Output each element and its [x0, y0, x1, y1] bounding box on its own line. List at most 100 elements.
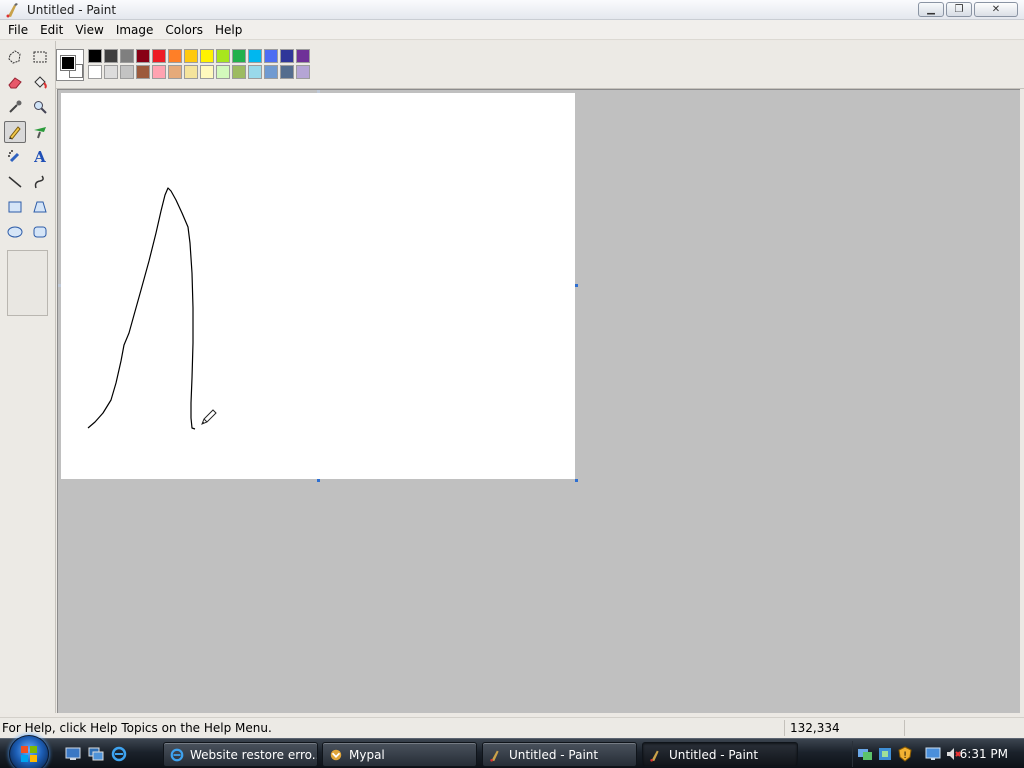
canvas-resize-handle-right[interactable] — [575, 284, 578, 287]
palette-swatch[interactable] — [280, 49, 294, 63]
menu-help[interactable]: Help — [209, 20, 248, 40]
palette-swatch[interactable] — [120, 65, 134, 79]
start-button[interactable] — [9, 735, 49, 768]
taskbar-button-paint-2[interactable]: Untitled - Paint — [642, 742, 798, 767]
palette-swatch[interactable] — [280, 65, 294, 79]
title-bar: Untitled - Paint ▁ ❐ ✕ — [0, 0, 1024, 20]
palette-swatch[interactable] — [168, 49, 182, 63]
palette-swatch[interactable] — [248, 65, 262, 79]
magnifier-icon — [34, 101, 47, 114]
menu-colors[interactable]: Colors — [159, 20, 209, 40]
tool-options-box[interactable] — [7, 250, 48, 316]
rounded-rect-tool-button[interactable] — [29, 221, 51, 243]
palette-swatch[interactable] — [232, 65, 246, 79]
palette-swatch[interactable] — [232, 49, 246, 63]
palette-swatch[interactable] — [216, 49, 230, 63]
airbrush-icon — [8, 150, 20, 163]
brush-tool-button[interactable] — [29, 121, 51, 143]
airbrush-tool-button[interactable] — [4, 146, 26, 168]
mypal-icon — [329, 748, 343, 762]
taskbar-button-mypal[interactable]: Mypal — [322, 742, 477, 767]
current-colors[interactable] — [56, 49, 84, 81]
security-warning-icon[interactable]: ! — [897, 746, 913, 762]
menu-view[interactable]: View — [69, 20, 109, 40]
palette-swatch[interactable] — [200, 49, 214, 63]
text-tool-button[interactable]: A — [29, 146, 51, 168]
system-tray: ! 6:31 PM — [852, 741, 1024, 767]
palette-swatch[interactable] — [248, 49, 262, 63]
palette-swatch[interactable] — [136, 49, 150, 63]
palette-swatch[interactable] — [296, 49, 310, 63]
magnifier-tool-button[interactable] — [29, 96, 51, 118]
curve-tool-button[interactable] — [29, 171, 51, 193]
fill-tool-button[interactable] — [29, 71, 51, 93]
windows-logo-icon — [21, 746, 37, 762]
ie-quicklaunch-button[interactable] — [110, 746, 128, 762]
paint-icon — [649, 748, 663, 762]
volume-muted-icon[interactable] — [945, 746, 961, 762]
minimize-button[interactable]: ▁ — [918, 2, 944, 17]
free-select-tool-button[interactable] — [4, 46, 26, 68]
switch-windows-button[interactable] — [87, 746, 105, 762]
palette-swatch[interactable] — [104, 49, 118, 63]
taskbar-clock[interactable]: 6:31 PM — [960, 747, 1008, 761]
restore-button[interactable]: ❐ — [946, 2, 972, 17]
ie-icon — [170, 748, 184, 762]
palette-swatch[interactable] — [104, 65, 118, 79]
color-box — [56, 41, 1024, 89]
eraser-tool-button[interactable] — [4, 71, 26, 93]
window-controls: ▁ ❐ ✕ — [918, 2, 1018, 17]
close-button[interactable]: ✕ — [974, 2, 1018, 17]
status-separator — [904, 720, 905, 736]
status-help-text: For Help, click Help Topics on the Help … — [2, 721, 272, 735]
pencil-tool-button[interactable] — [4, 121, 26, 143]
polygon-tool-button[interactable] — [29, 196, 51, 218]
monitor-tray-icon[interactable] — [925, 746, 941, 762]
palette-swatch[interactable] — [200, 65, 214, 79]
palette-swatch[interactable] — [184, 65, 198, 79]
line-icon — [8, 176, 22, 188]
eraser-icon — [8, 77, 22, 89]
palette-swatch[interactable] — [264, 49, 278, 63]
show-desktop-icon — [65, 747, 81, 760]
status-bar: For Help, click Help Topics on the Help … — [0, 717, 1024, 737]
palette-swatch[interactable] — [88, 65, 102, 79]
line-tool-button[interactable] — [4, 171, 26, 193]
foreground-color-swatch[interactable] — [60, 55, 76, 71]
color-picker-tool-button[interactable] — [4, 96, 26, 118]
palette-swatch[interactable] — [152, 65, 166, 79]
toolbox: A — [0, 41, 56, 713]
taskbar-button-ie[interactable]: Website restore erro... — [163, 742, 318, 767]
palette-swatch[interactable] — [88, 49, 102, 63]
free-select-icon — [8, 50, 21, 64]
palette-swatch[interactable] — [184, 49, 198, 63]
minimize-icon: ▁ — [927, 3, 935, 15]
text-icon: A — [34, 148, 46, 166]
palette-swatch[interactable] — [152, 49, 166, 63]
canvas-resize-handle-bottom[interactable] — [317, 479, 320, 482]
drawing-canvas[interactable] — [61, 93, 575, 479]
ellipse-tool-button[interactable] — [4, 221, 26, 243]
menu-file[interactable]: File — [2, 20, 34, 40]
window-title: Untitled - Paint — [27, 2, 117, 17]
palette-swatch[interactable] — [136, 65, 150, 79]
palette-swatch[interactable] — [296, 65, 310, 79]
menu-edit[interactable]: Edit — [34, 20, 69, 40]
palette-swatch[interactable] — [264, 65, 278, 79]
pencil-stroke — [87, 187, 196, 430]
display-tray-icon[interactable] — [857, 746, 873, 762]
taskbar-button-paint-1[interactable]: Untitled - Paint — [482, 742, 637, 767]
palette-swatch[interactable] — [120, 49, 134, 63]
canvas-resize-handle-corner[interactable] — [575, 479, 578, 482]
menu-image[interactable]: Image — [110, 20, 160, 40]
palette-swatch[interactable] — [216, 65, 230, 79]
show-desktop-button[interactable] — [64, 746, 82, 762]
network-tray-icon[interactable] — [877, 746, 893, 762]
rounded-rect-icon — [33, 226, 47, 238]
rectangle-icon — [8, 201, 22, 213]
palette-swatch[interactable] — [168, 65, 182, 79]
paint-app-icon[interactable] — [5, 2, 21, 18]
rect-select-tool-button[interactable] — [29, 46, 51, 68]
svg-text:!: ! — [903, 751, 907, 761]
rectangle-tool-button[interactable] — [4, 196, 26, 218]
